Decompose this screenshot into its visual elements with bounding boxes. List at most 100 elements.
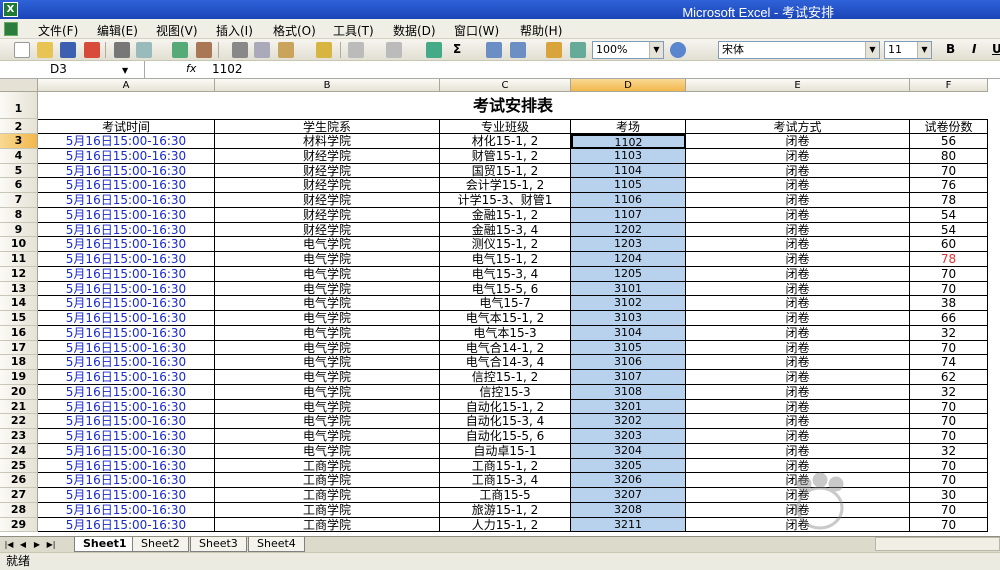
table-cell-cls[interactable]: 国贸15-1, 2 bbox=[440, 163, 571, 179]
table-cell-mode[interactable]: 闭卷 bbox=[686, 443, 910, 459]
row-header[interactable]: 1 bbox=[0, 92, 38, 119]
table-cell-count[interactable]: 70 bbox=[910, 266, 988, 282]
row-header[interactable]: 13 bbox=[0, 281, 38, 297]
table-cell-cls[interactable]: 电气15-1, 2 bbox=[440, 252, 571, 267]
table-cell-cls[interactable]: 自动卓15-1 bbox=[440, 443, 571, 459]
column-header-A[interactable]: A bbox=[38, 79, 215, 92]
row-header[interactable]: 15 bbox=[0, 311, 38, 326]
table-cell-mode[interactable]: 闭卷 bbox=[686, 148, 910, 164]
new-icon[interactable] bbox=[14, 42, 30, 58]
menu-item-5[interactable]: 工具(T) bbox=[333, 22, 374, 39]
table-cell-mode[interactable]: 闭卷 bbox=[686, 384, 910, 400]
header-cell[interactable]: 试卷份数 bbox=[910, 119, 988, 134]
table-cell-dept[interactable]: 财经学院 bbox=[215, 148, 440, 164]
table-cell-mode[interactable]: 闭卷 bbox=[686, 414, 910, 429]
table-cell-dept[interactable]: 财经学院 bbox=[215, 207, 440, 223]
table-cell-count[interactable]: 78 bbox=[910, 193, 988, 208]
table-cell-room[interactable]: 3204 bbox=[571, 443, 686, 459]
sort-descending-icon[interactable] bbox=[510, 42, 526, 58]
menu-item-0[interactable]: 文件(F) bbox=[38, 22, 78, 39]
table-cell-cls[interactable]: 会计学15-1, 2 bbox=[440, 178, 571, 193]
table-cell-time[interactable]: 5月16日15:00-16:30 bbox=[38, 266, 215, 282]
table-cell-count[interactable]: 32 bbox=[910, 325, 988, 341]
table-cell-mode[interactable]: 闭卷 bbox=[686, 237, 910, 252]
table-cell-mode[interactable]: 闭卷 bbox=[686, 355, 910, 370]
table-cell-count[interactable]: 60 bbox=[910, 237, 988, 252]
table-cell-mode[interactable]: 闭卷 bbox=[686, 266, 910, 282]
table-cell-mode[interactable]: 闭卷 bbox=[686, 325, 910, 341]
row-header[interactable]: 26 bbox=[0, 473, 38, 488]
table-cell-room[interactable]: 3105 bbox=[571, 340, 686, 356]
table-cell-time[interactable]: 5月16日15:00-16:30 bbox=[38, 252, 215, 267]
column-header-F[interactable]: F bbox=[910, 79, 988, 92]
table-cell-room[interactable]: 3107 bbox=[571, 370, 686, 385]
table-cell-cls[interactable]: 计学15-3、财管1 bbox=[440, 193, 571, 208]
column-header-B[interactable]: B bbox=[215, 79, 440, 92]
tab-sheet1[interactable]: Sheet1 bbox=[74, 537, 136, 552]
table-cell-room[interactable]: 1105 bbox=[571, 178, 686, 193]
table-cell-mode[interactable]: 闭卷 bbox=[686, 193, 910, 208]
menu-item-8[interactable]: 帮助(H) bbox=[520, 22, 562, 39]
table-cell-mode[interactable]: 闭卷 bbox=[686, 340, 910, 356]
table-cell-time[interactable]: 5月16日15:00-16:30 bbox=[38, 237, 215, 252]
table-cell-mode[interactable]: 闭卷 bbox=[686, 517, 910, 533]
table-cell-dept[interactable]: 电气学院 bbox=[215, 296, 440, 311]
table-cell-room[interactable]: 3103 bbox=[571, 311, 686, 326]
table-cell-room[interactable]: 3206 bbox=[571, 473, 686, 488]
column-header-D[interactable]: D bbox=[571, 79, 686, 92]
menu-item-4[interactable]: 格式(O) bbox=[273, 22, 316, 39]
table-cell-mode[interactable]: 闭卷 bbox=[686, 488, 910, 503]
row-header[interactable]: 28 bbox=[0, 502, 38, 518]
table-cell-dept[interactable]: 电气学院 bbox=[215, 237, 440, 252]
undo-icon[interactable] bbox=[348, 42, 364, 58]
menu-item-6[interactable]: 数据(D) bbox=[393, 22, 436, 39]
chevron-down-icon[interactable]: ▼ bbox=[122, 62, 128, 79]
row-header[interactable]: 21 bbox=[0, 399, 38, 415]
table-cell-mode[interactable]: 闭卷 bbox=[686, 370, 910, 385]
table-cell-room[interactable]: 1204 bbox=[571, 252, 686, 267]
table-cell-time[interactable]: 5月16日15:00-16:30 bbox=[38, 443, 215, 459]
header-cell[interactable]: 专业班级 bbox=[440, 119, 571, 134]
menu-item-3[interactable]: 插入(I) bbox=[216, 22, 253, 39]
save-icon[interactable] bbox=[60, 42, 76, 58]
italic-button[interactable]: I bbox=[972, 42, 976, 56]
table-cell-cls[interactable]: 电气本15-1, 2 bbox=[440, 311, 571, 326]
table-cell-count[interactable]: 70 bbox=[910, 163, 988, 179]
table-cell-dept[interactable]: 电气学院 bbox=[215, 252, 440, 267]
table-cell-time[interactable]: 5月16日15:00-16:30 bbox=[38, 207, 215, 223]
insert-function-icon[interactable]: fx bbox=[186, 62, 196, 75]
row-header[interactable]: 18 bbox=[0, 355, 38, 370]
table-cell-cls[interactable]: 金融15-1, 2 bbox=[440, 207, 571, 223]
autosum-icon[interactable]: Σ bbox=[453, 42, 461, 56]
sort-ascending-icon[interactable] bbox=[486, 42, 502, 58]
table-cell-count[interactable]: 70 bbox=[910, 414, 988, 429]
table-cell-cls[interactable]: 电气合14-3, 4 bbox=[440, 355, 571, 370]
table-cell-dept[interactable]: 电气学院 bbox=[215, 414, 440, 429]
format-painter-icon[interactable] bbox=[316, 42, 332, 58]
select-all-corner[interactable] bbox=[0, 79, 38, 92]
drawing-icon[interactable] bbox=[570, 42, 586, 58]
name-box[interactable]: D3 ▼ bbox=[0, 61, 145, 78]
table-cell-time[interactable]: 5月16日15:00-16:30 bbox=[38, 399, 215, 415]
table-cell-count[interactable]: 54 bbox=[910, 207, 988, 223]
last-sheet-icon[interactable]: ▶| bbox=[46, 539, 56, 550]
table-cell-mode[interactable]: 闭卷 bbox=[686, 252, 910, 267]
row-header[interactable]: 14 bbox=[0, 296, 38, 311]
first-sheet-icon[interactable]: |◀ bbox=[4, 539, 14, 550]
table-cell-mode[interactable]: 闭卷 bbox=[686, 473, 910, 488]
column-header-E[interactable]: E bbox=[686, 79, 910, 92]
table-cell-time[interactable]: 5月16日15:00-16:30 bbox=[38, 488, 215, 503]
table-cell-cls[interactable]: 自动化15-3, 4 bbox=[440, 414, 571, 429]
table-cell-room[interactable]: 3104 bbox=[571, 325, 686, 341]
horizontal-scrollbar[interactable] bbox=[875, 537, 1000, 551]
table-cell-time[interactable]: 5月16日15:00-16:30 bbox=[38, 384, 215, 400]
table-cell-room[interactable]: 3203 bbox=[571, 429, 686, 444]
menu-item-2[interactable]: 视图(V) bbox=[156, 22, 198, 39]
workbook-icon[interactable] bbox=[4, 22, 18, 36]
table-cell-count[interactable]: 62 bbox=[910, 370, 988, 385]
table-cell-dept[interactable]: 工商学院 bbox=[215, 458, 440, 474]
table-cell-cls[interactable]: 信控15-1, 2 bbox=[440, 370, 571, 385]
table-cell-mode[interactable]: 闭卷 bbox=[686, 502, 910, 518]
row-header[interactable]: 2 bbox=[0, 119, 38, 134]
header-cell[interactable]: 考场 bbox=[571, 119, 686, 134]
